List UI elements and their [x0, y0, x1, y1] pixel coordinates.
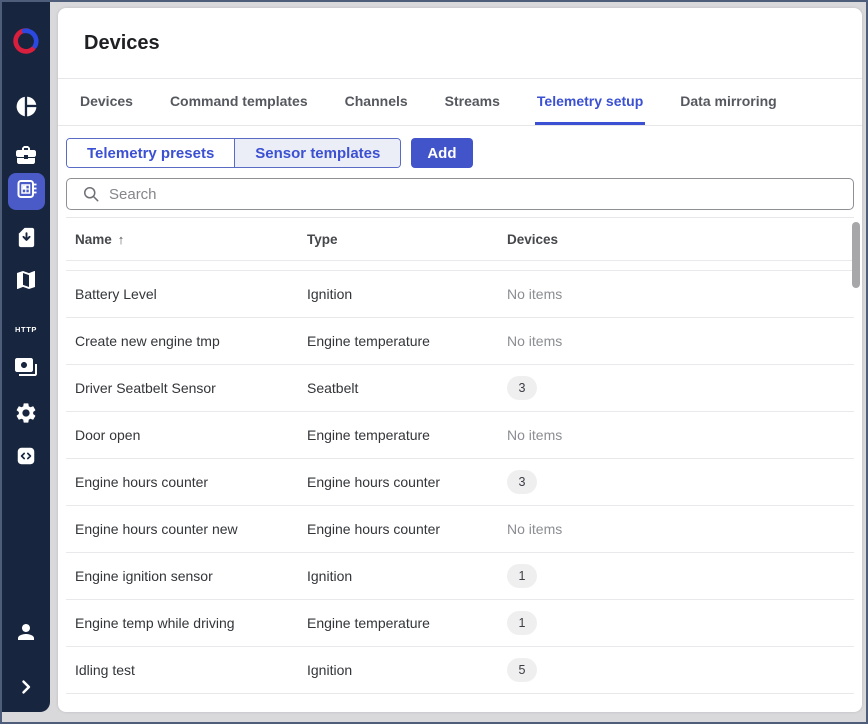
- preset-type: Engine temperature: [298, 615, 498, 631]
- preset-name: Idling test: [66, 662, 298, 678]
- sidebar-item-settings[interactable]: [2, 399, 50, 427]
- device-count-badge: 3: [507, 376, 537, 400]
- preset-name: Door open: [66, 427, 298, 443]
- device-count-badge: 5: [507, 658, 537, 682]
- sidebar-item-media[interactable]: [2, 354, 50, 382]
- preset-name: Engine hours counter: [66, 474, 298, 490]
- preset-type: Ignition: [298, 568, 498, 584]
- table-row[interactable]: Engine hours counter Engine hours counte…: [66, 459, 854, 506]
- view-toggle-group: Telemetry presets Sensor templates: [66, 138, 401, 168]
- preset-type: Ignition: [298, 662, 498, 678]
- tab-channels[interactable]: Channels: [343, 79, 410, 125]
- table-row[interactable]: Battery Level Ignition No items: [66, 271, 854, 318]
- tab-devices[interactable]: Devices: [78, 79, 135, 125]
- preset-type: Engine temperature: [298, 427, 498, 443]
- preset-devices: 1: [498, 611, 854, 635]
- vertical-scrollbar-thumb[interactable]: [852, 222, 860, 288]
- preset-devices: 3: [498, 470, 854, 494]
- search-input[interactable]: [66, 178, 854, 210]
- preset-type: Seatbelt: [298, 380, 498, 396]
- table-header-row: Name↑ Type Devices: [66, 218, 854, 261]
- device-count-badge: 1: [507, 564, 537, 588]
- presets-table: Name↑ Type Devices Battery Level Ignitio…: [66, 217, 854, 694]
- sidebar-item-devices[interactable]: [8, 173, 45, 210]
- sidebar-item-workspace[interactable]: [2, 141, 50, 169]
- preset-type: Engine hours counter: [298, 474, 498, 490]
- gear-icon: [14, 401, 38, 425]
- chevron-right-icon: [16, 677, 36, 697]
- table-row[interactable]: Idling test Ignition 5: [66, 647, 854, 694]
- preset-type: Ignition: [298, 286, 498, 302]
- column-header-name[interactable]: Name↑: [66, 232, 298, 247]
- toolbar: Telemetry presets Sensor templates Add: [66, 138, 854, 168]
- sidebar-item-dashboard[interactable]: [2, 92, 50, 120]
- page-title: Devices: [84, 32, 160, 55]
- app-window: HTTP: [0, 0, 868, 724]
- devices-chip-icon: [15, 177, 39, 206]
- preset-devices: No items: [498, 333, 854, 349]
- sidebar-item-account[interactable]: [2, 618, 50, 646]
- preset-name: Engine hours counter new: [66, 521, 298, 537]
- preset-name: Battery Level: [66, 286, 298, 302]
- preset-devices: No items: [498, 521, 854, 537]
- sidebar-item-developer[interactable]: [2, 442, 50, 470]
- table-row[interactable]: Engine ignition sensor Ignition 1: [66, 553, 854, 600]
- app-logo[interactable]: [2, 22, 50, 58]
- preset-devices: 5: [498, 658, 854, 682]
- preset-devices: No items: [498, 286, 854, 302]
- search-bar: [66, 178, 854, 210]
- column-header-type[interactable]: Type: [298, 232, 498, 247]
- gallery-icon: [14, 356, 38, 380]
- user-icon: [14, 620, 38, 644]
- table-row-partial: [66, 261, 854, 271]
- column-header-devices[interactable]: Devices: [498, 232, 854, 247]
- sidebar: HTTP: [2, 2, 50, 712]
- toggle-sensor-templates[interactable]: Sensor templates: [234, 139, 400, 167]
- preset-name: Driver Seatbelt Sensor: [66, 380, 298, 396]
- http-icon: HTTP: [15, 325, 37, 334]
- sim-card-download-icon: [15, 226, 38, 249]
- logo-icon: [9, 23, 43, 57]
- device-count-badge: 1: [507, 611, 537, 635]
- table-row[interactable]: Driver Seatbelt Sensor Seatbelt 3: [66, 365, 854, 412]
- table-row[interactable]: Create new engine tmp Engine temperature…: [66, 318, 854, 365]
- preset-devices: No items: [498, 427, 854, 443]
- sidebar-item-maps[interactable]: [2, 266, 50, 294]
- device-count-badge: 3: [507, 470, 537, 494]
- sidebar-expand-button[interactable]: [2, 673, 50, 701]
- preset-devices: 3: [498, 376, 854, 400]
- tab-command-templates[interactable]: Command templates: [168, 79, 310, 125]
- search-icon: [81, 184, 101, 209]
- table-row[interactable]: Door open Engine temperature No items: [66, 412, 854, 459]
- map-icon: [14, 268, 38, 292]
- pie-chart-icon: [14, 94, 39, 119]
- toggle-telemetry-presets[interactable]: Telemetry presets: [67, 139, 234, 167]
- preset-name: Engine temp while driving: [66, 615, 298, 631]
- sidebar-item-http[interactable]: HTTP: [2, 315, 50, 343]
- sort-asc-icon: ↑: [118, 232, 125, 247]
- preset-type: Engine temperature: [298, 333, 498, 349]
- main-panel: Devices Devices Command templates Channe…: [58, 8, 862, 712]
- preset-name: Create new engine tmp: [66, 333, 298, 349]
- table-row[interactable]: Engine hours counter new Engine hours co…: [66, 506, 854, 553]
- code-icon: [15, 445, 37, 467]
- preset-name: Engine ignition sensor: [66, 568, 298, 584]
- briefcase-icon: [14, 143, 38, 167]
- tab-telemetry-setup[interactable]: Telemetry setup: [535, 79, 645, 125]
- preset-type: Engine hours counter: [298, 521, 498, 537]
- sidebar-item-firmware[interactable]: [2, 223, 50, 251]
- preset-devices: 1: [498, 564, 854, 588]
- table-row[interactable]: Engine temp while driving Engine tempera…: [66, 600, 854, 647]
- tab-bar: Devices Command templates Channels Strea…: [58, 79, 862, 126]
- tab-streams[interactable]: Streams: [443, 79, 502, 125]
- add-button[interactable]: Add: [411, 138, 472, 168]
- tab-data-mirroring[interactable]: Data mirroring: [678, 79, 778, 125]
- page-header: Devices: [58, 8, 862, 79]
